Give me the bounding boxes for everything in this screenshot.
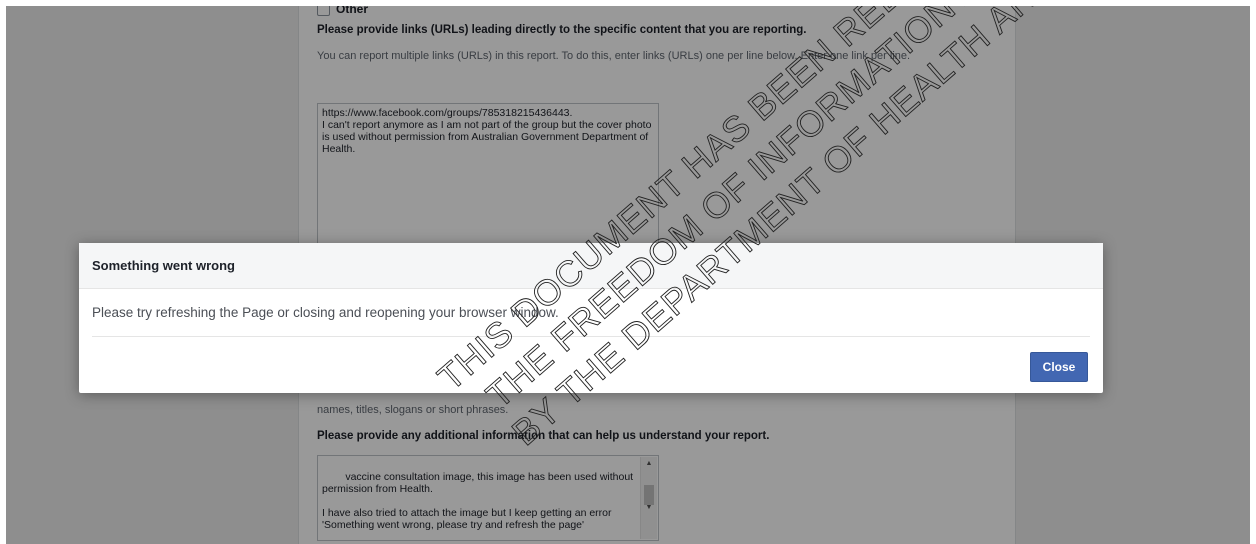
dialog-message: Please try refreshing the Page or closin… [92, 305, 559, 320]
report-page: Other Please provide links (URLs) leadin… [6, 6, 1250, 544]
close-button[interactable]: Close [1030, 352, 1088, 382]
dialog-title: Something went wrong [92, 258, 235, 273]
dialog-header: Something went wrong [79, 243, 1103, 289]
dialog-divider [92, 336, 1090, 337]
error-dialog: Something went wrong Please try refreshi… [79, 243, 1103, 393]
screenshot-frame: Other Please provide links (URLs) leadin… [0, 0, 1256, 544]
